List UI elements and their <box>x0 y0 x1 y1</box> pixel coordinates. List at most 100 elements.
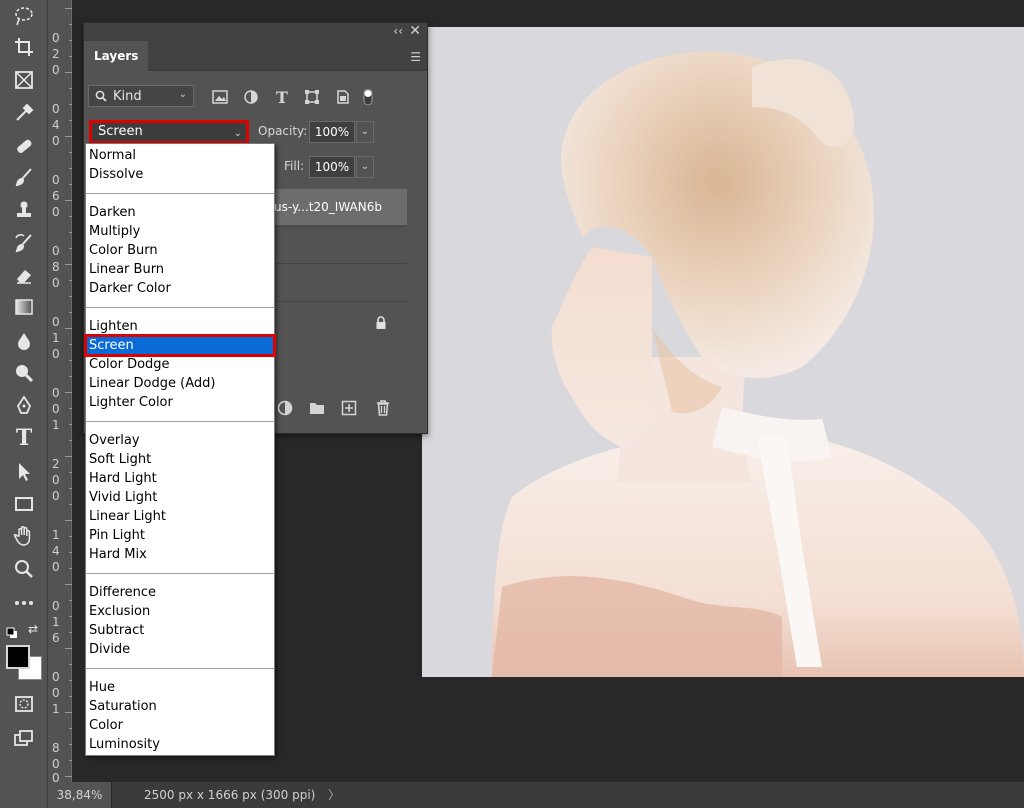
blend-option-color-dodge[interactable]: Color Dodge <box>86 355 274 374</box>
ruler-digit: 1 <box>52 528 60 542</box>
ruler-digit: 0 <box>52 599 60 613</box>
blend-option-normal[interactable]: Normal <box>86 146 274 165</box>
blend-option-luminosity[interactable]: Luminosity <box>86 735 274 754</box>
blend-option-hue[interactable]: Hue <box>86 678 274 697</box>
blend-option-subtract[interactable]: Subtract <box>86 621 274 640</box>
blend-option-linear-dodge-add[interactable]: Linear Dodge (Add) <box>86 374 274 393</box>
blend-option-pin-light[interactable]: Pin Light <box>86 526 274 545</box>
filter-toggle-icon[interactable] <box>358 87 378 107</box>
ruler-tick <box>65 776 72 777</box>
more-tools-icon[interactable] <box>8 589 40 617</box>
frame-tool-icon[interactable] <box>8 66 40 94</box>
blend-option-linear-light[interactable]: Linear Light <box>86 507 274 526</box>
blend-option-soft-light[interactable]: Soft Light <box>86 450 274 469</box>
blend-option-dissolve[interactable]: Dissolve <box>86 165 274 184</box>
default-colors-icon[interactable] <box>6 624 18 638</box>
smart-object-filter-icon[interactable] <box>333 87 353 107</box>
ruler-digit: 6 <box>52 631 60 645</box>
path-selection-tool-icon[interactable] <box>8 458 40 486</box>
double-exposure-portrait-image <box>422 27 1024 677</box>
ruler-digit: 1 <box>52 615 60 629</box>
fill-dropdown-icon[interactable]: ⌄ <box>356 156 374 178</box>
ruler-digit: 0 <box>52 402 60 416</box>
ruler-digit: 0 <box>52 315 60 329</box>
blend-option-hard-mix[interactable]: Hard Mix <box>86 545 274 564</box>
brush-tool-icon[interactable] <box>8 163 40 191</box>
filter-kind-select[interactable]: Kind ⌄ <box>88 85 194 107</box>
healing-brush-tool-icon[interactable] <box>8 132 40 160</box>
ruler-digit: 0 <box>52 244 60 258</box>
panel-menu-icon[interactable]: ☰ <box>410 50 421 64</box>
quick-mask-icon[interactable] <box>8 690 40 718</box>
double-chevron-icon[interactable]: ‹‹ <box>393 24 403 38</box>
new-group-icon[interactable] <box>308 399 326 417</box>
swap-colors-icon[interactable]: ⇄ <box>28 622 42 636</box>
ruler-digit: 0 <box>52 489 60 503</box>
pen-tool-icon[interactable] <box>8 392 40 420</box>
ruler-digit: 0 <box>52 134 60 148</box>
blend-option-darker-color[interactable]: Darker Color <box>86 279 274 298</box>
blend-option-linear-burn[interactable]: Linear Burn <box>86 260 274 279</box>
photoshop-window: T ⇄ 02004006008001000120014001600180 0 ‹… <box>0 0 1024 808</box>
ruler-digit: 0 <box>52 686 60 700</box>
layer-row-selected[interactable]: us-y...t20_IWAN6b <box>274 189 407 225</box>
new-layer-icon[interactable] <box>340 399 358 417</box>
eraser-tool-icon[interactable] <box>8 261 40 289</box>
blend-option-hard-light[interactable]: Hard Light <box>86 469 274 488</box>
delete-layer-icon[interactable] <box>374 399 392 417</box>
menu-separator <box>86 668 274 669</box>
foreground-color-swatch[interactable] <box>6 645 30 669</box>
chevron-down-icon: ⌄ <box>233 128 242 139</box>
lasso-tool-icon[interactable] <box>8 2 40 30</box>
ruler-tick <box>65 392 72 393</box>
rectangle-tool-icon[interactable] <box>8 490 40 518</box>
blend-option-multiply[interactable]: Multiply <box>86 222 274 241</box>
ruler-tick <box>65 72 72 73</box>
adjustment-layer-icon[interactable] <box>276 399 294 417</box>
ruler-digit: 0 <box>52 276 60 290</box>
close-icon[interactable]: ✕ <box>409 23 421 39</box>
blend-option-lighten[interactable]: Lighten <box>86 317 274 336</box>
layer-divider <box>274 226 407 227</box>
zoom-tool-icon[interactable] <box>8 555 40 583</box>
blend-option-color[interactable]: Color <box>86 716 274 735</box>
blend-option-lighter-color[interactable]: Lighter Color <box>86 393 274 412</box>
type-filter-icon[interactable]: T <box>272 87 292 107</box>
blend-option-color-burn[interactable]: Color Burn <box>86 241 274 260</box>
blend-option-difference[interactable]: Difference <box>86 583 274 602</box>
filter-kind-label: Kind <box>113 88 142 104</box>
clone-stamp-tool-icon[interactable] <box>8 196 40 224</box>
ruler-tick <box>65 136 72 137</box>
eyedropper-tool-icon[interactable] <box>8 99 40 127</box>
blend-option-overlay[interactable]: Overlay <box>86 431 274 450</box>
blur-tool-icon[interactable] <box>8 327 40 355</box>
hand-tool-icon[interactable] <box>8 522 40 550</box>
zoom-level[interactable]: 38,84% <box>48 782 112 808</box>
pixel-filter-icon[interactable] <box>210 87 230 107</box>
dodge-tool-icon[interactable] <box>8 359 40 387</box>
blend-option-darken[interactable]: Darken <box>86 203 274 222</box>
status-menu-arrow-icon[interactable]: 〉 <box>328 782 340 808</box>
tab-layers[interactable]: Layers <box>84 41 149 71</box>
panel-tabbar: Layers ☰ <box>84 41 427 71</box>
blend-option-vivid-light[interactable]: Vivid Light <box>86 488 274 507</box>
gradient-tool-icon[interactable] <box>8 293 40 321</box>
opacity-dropdown-icon[interactable]: ⌄ <box>356 121 374 143</box>
blend-option-exclusion[interactable]: Exclusion <box>86 602 274 621</box>
history-brush-tool-icon[interactable] <box>8 229 40 257</box>
panel-header: ‹‹ ✕ <box>84 23 427 41</box>
type-tool-icon[interactable]: T <box>8 424 40 452</box>
crop-tool-icon[interactable] <box>8 33 40 61</box>
ruler-digit: 0 <box>52 102 60 116</box>
blend-option-screen[interactable]: Screen <box>84 334 276 357</box>
opacity-input[interactable]: 100% <box>309 121 355 143</box>
adjustment-filter-icon[interactable] <box>241 87 261 107</box>
blend-option-divide[interactable]: Divide <box>86 640 274 659</box>
blend-option-saturation[interactable]: Saturation <box>86 697 274 716</box>
fill-input[interactable]: 100% <box>309 156 355 178</box>
blend-mode-select[interactable]: Screen ⌄ <box>89 120 249 144</box>
ruler-digit: 0 <box>52 63 60 77</box>
lock-icon[interactable] <box>374 315 388 334</box>
screen-mode-icon[interactable] <box>8 724 40 752</box>
shape-filter-icon[interactable] <box>302 87 322 107</box>
